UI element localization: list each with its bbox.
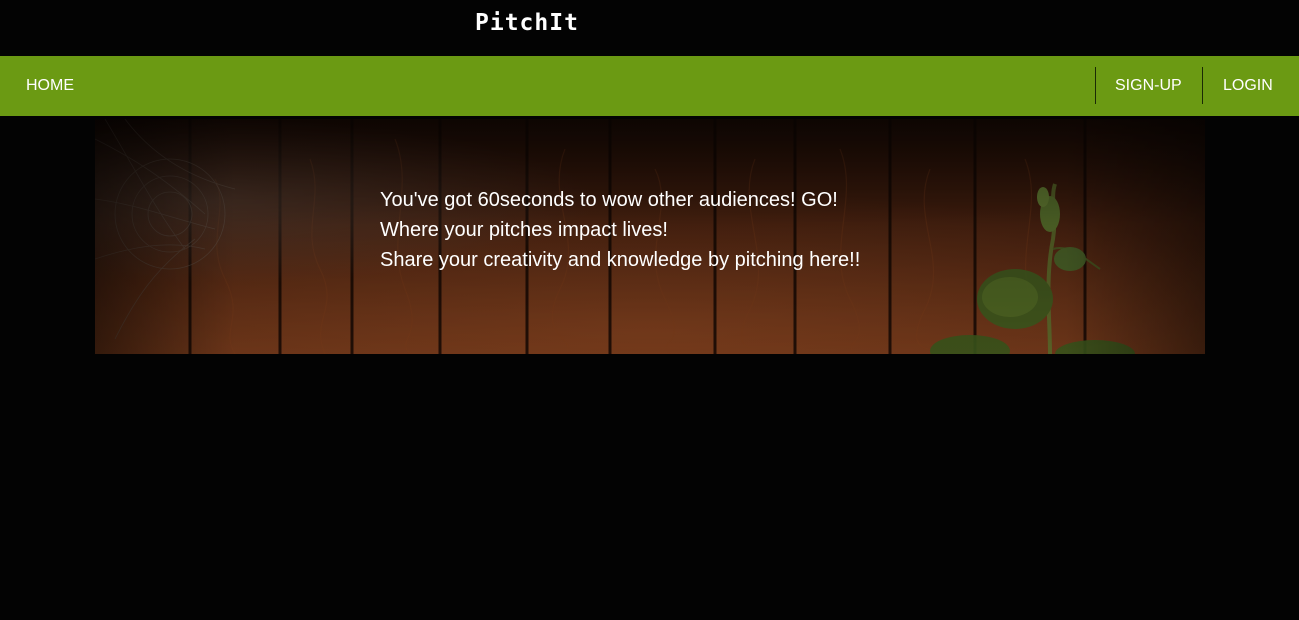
hero-line-1: You've got 60seconds to wow other audien…: [380, 189, 838, 211]
main-navbar: HOME SIGN-UP LOGIN: [0, 56, 1299, 116]
brand-header: PitchIt: [0, 0, 1299, 56]
hero-line-2: Where your pitches impact lives!: [380, 219, 668, 241]
nav-signup-link[interactable]: SIGN-UP: [1115, 56, 1182, 116]
site-logo-title[interactable]: PitchIt: [475, 8, 579, 38]
hero-tagline: You've got 60seconds to wow other audien…: [380, 185, 860, 275]
nav-divider: [1202, 67, 1203, 104]
nav-divider: [1095, 67, 1096, 104]
nav-login-link[interactable]: LOGIN: [1223, 56, 1273, 116]
hero-line-3: Share your creativity and knowledge by p…: [380, 249, 861, 271]
hero-banner: You've got 60seconds to wow other audien…: [95, 119, 1205, 354]
nav-home-link[interactable]: HOME: [26, 56, 74, 116]
